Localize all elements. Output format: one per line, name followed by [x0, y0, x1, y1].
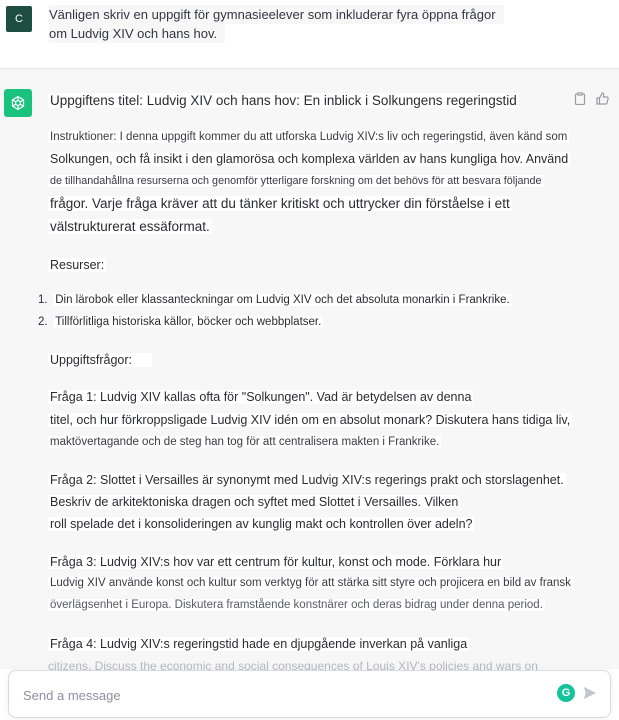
send-icon[interactable]	[582, 685, 598, 701]
chat-page: C Vänligen skriv en uppgift för gymnasie…	[0, 0, 619, 720]
question-3-line: överlägsenhet i Europa. Diskutera framst…	[48, 599, 545, 611]
thumbs-up-icon[interactable]	[595, 91, 609, 105]
question-1-line: titel, och hur förkroppsligade Ludvig XI…	[48, 413, 573, 427]
user-message-line: om Ludvig XIV och hans hov.	[49, 24, 226, 43]
message-composer: G	[8, 670, 611, 718]
instructions-line: frågor. Varje fråga kräver att du tänker…	[48, 196, 512, 211]
list-item: 1. Din lärobok eller klassanteckningar o…	[38, 294, 512, 306]
openai-logo-icon	[4, 89, 32, 117]
instructions-line: Solkungen, och få insikt i den glamorösa…	[48, 152, 571, 166]
user-message-line: Vänligen skriv en uppgift för gymnasieel…	[49, 5, 504, 24]
assistant-message-row: Uppgiftens titel: Ludvig XIV och hans ho…	[0, 69, 619, 673]
question-2-line: Beskriv de arkitektoniska dragen och syf…	[48, 495, 461, 509]
assignment-title: Uppgiftens titel: Ludvig XIV och hans ho…	[48, 93, 519, 108]
clipboard-icon[interactable]	[573, 91, 587, 105]
resource-text: Tillförlitliga historiska källor, böcker…	[53, 316, 324, 328]
grammarly-icon[interactable]: G	[557, 684, 575, 702]
question-1-line: maktövertagande och de steg han tog för …	[48, 436, 442, 448]
question-1-line: Fråga 1: Ludvig XIV kallas ofta för "Sol…	[48, 390, 474, 404]
question-4-line: Fråga 4: Ludvig XIV:s regeringstid hade …	[48, 637, 470, 651]
user-avatar: C	[6, 6, 32, 32]
user-message-row: C Vänligen skriv en uppgift för gymnasie…	[0, 0, 619, 69]
instructions-line: de tillhandahållna resurserna och genomf…	[48, 175, 544, 187]
message-input[interactable]	[21, 684, 525, 706]
question-2-line: Fråga 2: Slottet i Versailles är synonym…	[48, 473, 566, 487]
resource-text: Din lärobok eller klassanteckningar om L…	[53, 294, 512, 306]
questions-heading: Uppgiftsfrågor:	[48, 353, 152, 367]
message-actions	[573, 91, 609, 105]
question-3-line: Fråga 3: Ludvig XIV:s hov var ett centru…	[48, 555, 504, 569]
user-message-text: Vänligen skriv en uppgift för gymnasieel…	[49, 5, 554, 43]
question-3-line: Ludvig XIV använde konst och kultur som …	[48, 577, 573, 589]
list-item: 2. Tillförlitliga historiska källor, böc…	[38, 316, 324, 328]
instructions-line: Instruktioner: I denna uppgift kommer du…	[48, 131, 570, 143]
resources-heading: Resurser:	[48, 258, 107, 272]
question-2-line: roll spelade det i konsolideringen av ku…	[48, 517, 475, 531]
instructions-line: välstrukturerat essäformat.	[48, 219, 212, 234]
